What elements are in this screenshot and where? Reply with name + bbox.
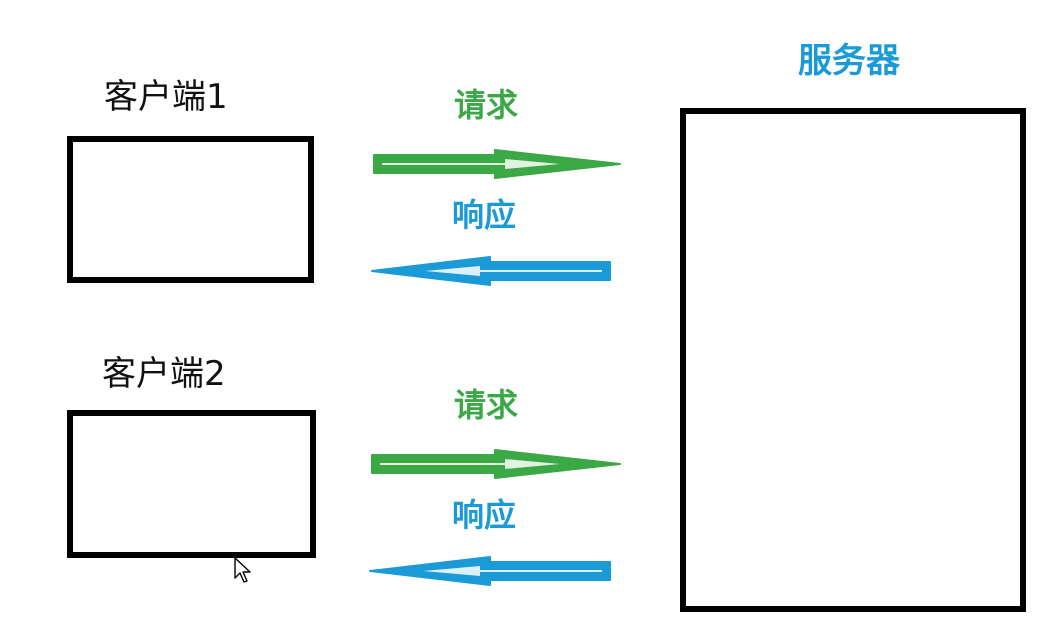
request-arrow-2	[371, 449, 621, 479]
arrows-layer	[369, 149, 621, 586]
request-arrow-1	[373, 149, 621, 179]
mouse-cursor-icon	[234, 557, 251, 583]
response-arrow-2	[369, 556, 611, 586]
response-arrow-1	[371, 256, 611, 286]
